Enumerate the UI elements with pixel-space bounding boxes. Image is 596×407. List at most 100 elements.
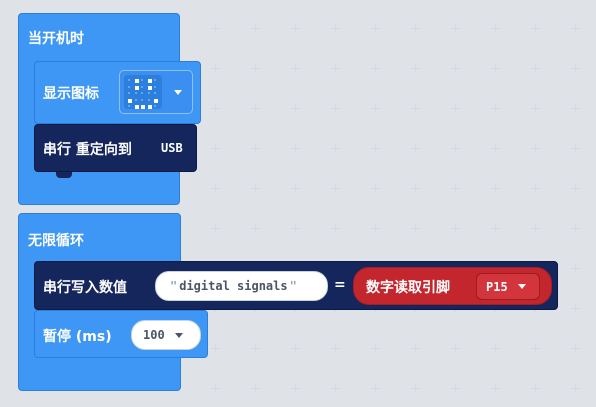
grid-cross — [571, 224, 580, 233]
serial-write-value-block[interactable]: 串行写入数值 " digital signals " = 数字读取引脚 P15 — [34, 261, 558, 310]
grid-cross — [491, 384, 500, 393]
pause-duration-dropdown[interactable]: 100 — [131, 320, 201, 350]
grid-cross — [331, 384, 340, 393]
grid-cross — [291, 384, 300, 393]
grid-cross — [411, 64, 420, 73]
grid-cross — [371, 224, 380, 233]
grid-cross — [331, 224, 340, 233]
serial-write-label: 串行写入数值 — [43, 280, 127, 296]
led-off — [128, 92, 130, 94]
grid-cross — [571, 264, 580, 273]
grid-cross — [571, 344, 580, 353]
led-off — [141, 98, 143, 101]
led-on — [134, 105, 139, 109]
grid-cross — [531, 224, 540, 233]
serial-redirect-block[interactable]: 串行 重定向到 USB — [34, 124, 197, 172]
grid-cross — [291, 184, 300, 193]
led-off — [147, 98, 150, 101]
show-icon-block[interactable]: 显示图标 — [34, 61, 201, 124]
pause-label: 暂停 (ms) — [43, 329, 112, 345]
grid-cross — [531, 24, 540, 33]
open-quote-icon: " — [170, 279, 178, 293]
grid-cross — [451, 104, 460, 113]
grid-cross — [571, 304, 580, 313]
grid-cross — [371, 344, 380, 353]
grid-cross — [371, 64, 380, 73]
grid-cross — [451, 224, 460, 233]
name-string-input[interactable]: " digital signals " — [155, 271, 328, 301]
grid-cross — [251, 184, 260, 193]
led-on — [147, 85, 152, 90]
grid-cross — [451, 184, 460, 193]
grid-cross — [211, 104, 220, 113]
grid-cross — [531, 104, 540, 113]
digital-read-pin-block[interactable]: 数字读取引脚 P15 — [353, 267, 552, 305]
led-off — [141, 92, 143, 94]
grid-cross — [211, 224, 220, 233]
serial-redirect-label: 串行 重定向到 — [43, 142, 132, 158]
chevron-down-icon — [517, 284, 526, 289]
grid-cross — [451, 64, 460, 73]
grid-cross — [331, 344, 340, 353]
led-off — [128, 85, 130, 88]
grid-cross — [251, 144, 260, 153]
grid-cross — [571, 184, 580, 193]
led-off — [128, 79, 130, 81]
grid-cross — [571, 384, 580, 393]
grid-cross — [251, 64, 260, 73]
grid-cross — [291, 24, 300, 33]
digital-read-label: 数字读取引脚 — [366, 280, 450, 296]
grid-cross — [251, 344, 260, 353]
led-on — [141, 105, 145, 109]
led-off — [154, 92, 156, 94]
chevron-down-icon — [174, 332, 183, 338]
grid-cross — [291, 224, 300, 233]
on-start-title: 当开机时 — [28, 31, 84, 47]
grid-cross — [571, 64, 580, 73]
grid-cross — [251, 24, 260, 33]
grid-cross — [531, 64, 540, 73]
pin-dropdown[interactable]: P15 — [476, 273, 540, 300]
led-on — [154, 98, 158, 103]
led-off — [134, 92, 137, 94]
led-off — [154, 105, 156, 107]
forever-title: 无限循环 — [28, 233, 84, 249]
grid-cross — [411, 144, 420, 153]
grid-cross — [371, 144, 380, 153]
grid-cross — [491, 64, 500, 73]
grid-cross — [451, 344, 460, 353]
grid-cross — [491, 184, 500, 193]
grid-cross — [571, 24, 580, 33]
grid-cross — [251, 224, 260, 233]
led-off — [154, 85, 156, 88]
grid-cross — [331, 24, 340, 33]
chevron-down-icon — [174, 90, 182, 95]
grid-cross — [411, 104, 420, 113]
led-off — [128, 105, 130, 107]
grid-cross — [571, 104, 580, 113]
pause-duration-value: 100 — [143, 328, 165, 342]
pause-block[interactable]: 暂停 (ms) 100 — [34, 310, 208, 358]
grid-cross — [531, 344, 540, 353]
grid-cross — [331, 184, 340, 193]
serial-redirect-target[interactable]: USB — [161, 141, 183, 155]
grid-cross — [371, 104, 380, 113]
grid-cross — [291, 64, 300, 73]
grid-cross — [531, 384, 540, 393]
close-quote-icon: " — [289, 279, 297, 293]
name-string-value: digital signals — [179, 279, 288, 293]
led-on — [134, 79, 139, 83]
grid-cross — [211, 344, 220, 353]
grid-cross — [211, 144, 220, 153]
grid-cross — [411, 224, 420, 233]
grid-cross — [571, 144, 580, 153]
grid-cross — [371, 184, 380, 193]
grid-cross — [291, 344, 300, 353]
equals-sign: = — [334, 277, 346, 293]
grid-cross — [211, 24, 220, 33]
icon-picker-dropdown[interactable] — [119, 70, 193, 114]
grid-cross — [451, 144, 460, 153]
grid-cross — [411, 344, 420, 353]
grid-cross — [331, 144, 340, 153]
led-off — [141, 85, 143, 88]
